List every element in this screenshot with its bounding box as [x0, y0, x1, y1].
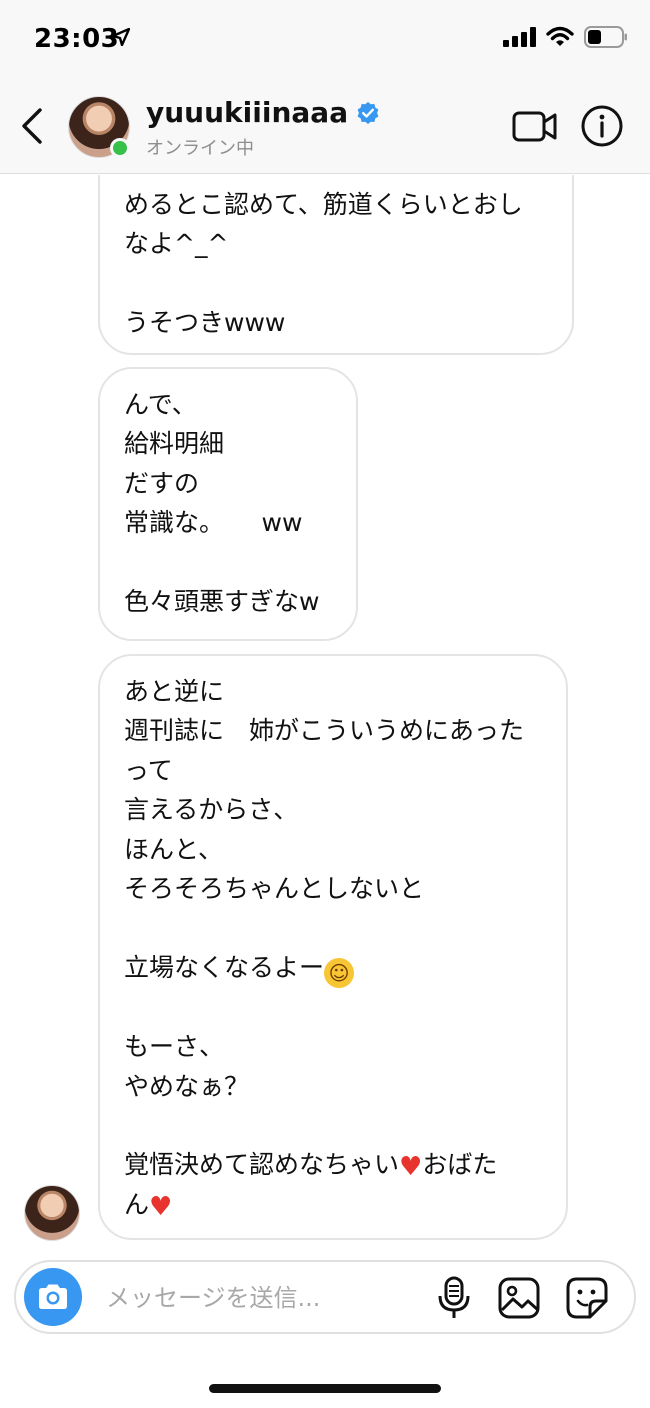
- camera-button[interactable]: [24, 1268, 82, 1326]
- message-input[interactable]: [106, 1280, 406, 1316]
- status-time: 23:03: [34, 24, 120, 54]
- message-line: そろそろちゃんとしないと: [124, 874, 425, 904]
- profile-avatar[interactable]: [68, 96, 132, 160]
- message-line: やめなぁ？: [124, 1071, 250, 1101]
- message-line: うそつきwww: [124, 308, 286, 338]
- message-line: なよ^_^: [124, 229, 229, 259]
- username[interactable]: yuuukiiinaaa: [146, 96, 348, 129]
- message-bubble[interactable]: めるとこ認めて、筋道くらいとおし なよ^_^ うそつきwww: [98, 175, 574, 355]
- red-heart-emoji-icon: ♥: [399, 1152, 423, 1183]
- status-icons: [503, 26, 628, 48]
- info-icon[interactable]: [580, 104, 624, 148]
- wifi-icon: [546, 26, 574, 46]
- message-line: もーさ、: [124, 1032, 225, 1062]
- back-chevron-icon[interactable]: [18, 106, 48, 146]
- gallery-icon[interactable]: [498, 1277, 540, 1319]
- message-line: おばた: [422, 1150, 498, 1180]
- message-line: んで、: [124, 390, 197, 419]
- message-line: だすの: [124, 468, 200, 498]
- sender-avatar[interactable]: [24, 1185, 80, 1241]
- message-line: 立場なくなるよー: [124, 952, 325, 982]
- message-line: 常識な。 ww: [124, 508, 303, 538]
- microphone-icon[interactable]: [434, 1276, 474, 1320]
- message-bubble[interactable]: あと逆に 週刊誌に 姉がこういうめにあった って 言えるからさ、 ほんと、 そろ…: [98, 654, 568, 1240]
- battery-icon: [584, 26, 627, 48]
- message-line: ほんと、: [124, 834, 224, 864]
- header-username-row[interactable]: yuuukiiinaaa: [146, 96, 380, 129]
- sticker-icon[interactable]: [566, 1277, 608, 1319]
- message-line: 覚悟決めて認めなちゃい: [124, 1150, 400, 1180]
- message-line: 言えるからさ、: [124, 795, 299, 825]
- online-indicator: [110, 138, 130, 158]
- location-arrow-icon: [112, 28, 130, 46]
- message-line: って: [124, 755, 173, 785]
- message-line: ん: [124, 1189, 150, 1219]
- signal-icon: [503, 27, 536, 47]
- message-line: あと逆に: [124, 677, 225, 706]
- red-heart-emoji-icon: ♥: [149, 1191, 173, 1222]
- message-line: 色々頭悪すぎなw: [124, 587, 320, 617]
- rolling-laughing-emoji-icon: ☺: [324, 957, 355, 988]
- message-thread[interactable]: めるとこ認めて、筋道くらいとおし なよ^_^ うそつきwww んで、 給料明細 …: [0, 175, 650, 1245]
- message-composer: [14, 1260, 636, 1334]
- top-bar: 23:03 yuuukiiinaaa オンライン中: [0, 0, 650, 174]
- message-line: 給料明細: [124, 429, 225, 459]
- message-line: めるとこ認めて、筋道くらいとおし: [124, 190, 523, 219]
- camera-icon: [39, 1284, 67, 1309]
- video-call-icon[interactable]: [512, 106, 558, 146]
- presence-status: オンライン中: [146, 138, 254, 159]
- home-indicator[interactable]: [209, 1384, 441, 1393]
- message-line: 週刊誌に 姉がこういうめにあった: [124, 716, 525, 746]
- verified-badge-icon: [357, 101, 379, 124]
- message-bubble[interactable]: んで、 給料明細 だすの 常識な。 ww 色々頭悪すぎなw: [98, 367, 358, 641]
